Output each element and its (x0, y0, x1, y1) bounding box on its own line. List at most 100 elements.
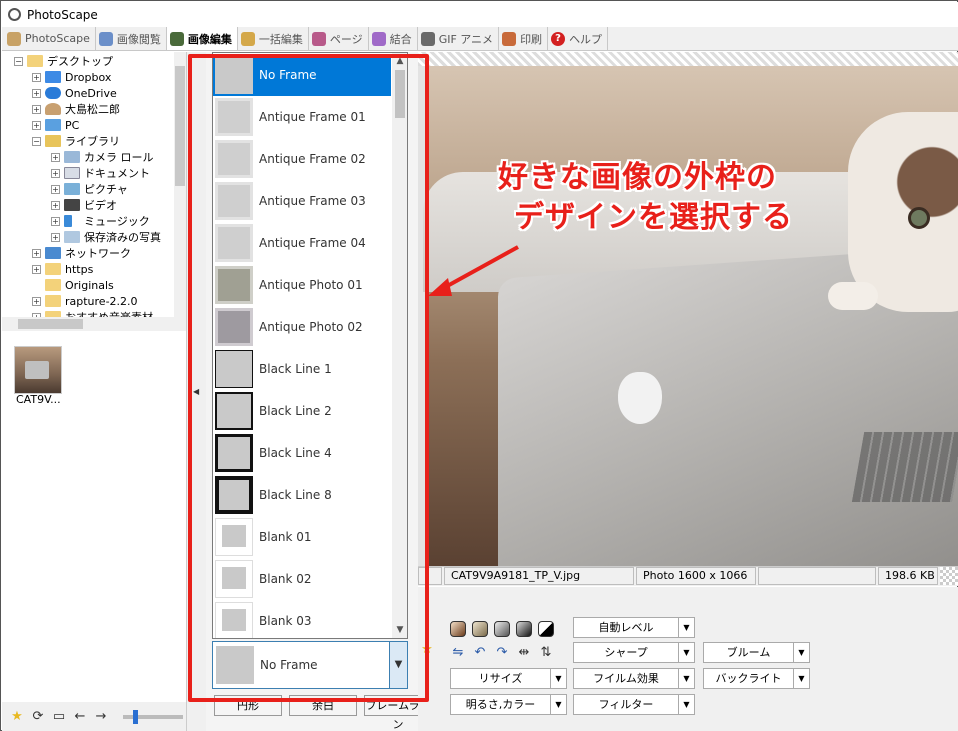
frame-option[interactable]: Blank 01 (213, 516, 391, 558)
rotate-left-icon[interactable]: ↶ (472, 645, 488, 661)
frame-option[interactable]: No Frame (213, 54, 391, 96)
tree-item-documents[interactable]: + ドキュメント (51, 165, 150, 181)
star-icon[interactable]: ★ (10, 710, 24, 724)
expand-icon[interactable]: + (32, 248, 41, 258)
tab-combine[interactable]: 結合 (369, 27, 418, 50)
frame-select-combo[interactable]: No Frame ▼ (212, 641, 408, 689)
chevron-down-icon[interactable]: ▼ (389, 642, 407, 688)
vertical-flip-icon[interactable]: ⇅ (538, 645, 554, 661)
tone-gray-icon[interactable] (494, 621, 510, 637)
dropdown-arrow-icon[interactable]: ▼ (678, 643, 694, 662)
expand-icon[interactable]: + (51, 216, 60, 226)
slider-knob[interactable] (133, 710, 138, 724)
frame-list-scrollbar[interactable]: ▲ ▼ (392, 53, 407, 638)
tree-item-network[interactable]: + ネットワーク (32, 245, 131, 261)
dropdown-arrow-icon[interactable]: ▼ (550, 695, 566, 714)
forward-icon[interactable]: → (94, 710, 108, 724)
tone-vintage-icon[interactable] (472, 621, 488, 637)
expand-icon[interactable]: + (32, 72, 41, 82)
tab-print[interactable]: 印刷 (499, 27, 549, 50)
tab-photoscape[interactable]: PhotoScape (4, 27, 96, 50)
film-effect-button[interactable]: フイルム効果 ▼ (573, 668, 695, 689)
frame-option[interactable]: Blank 03 (213, 600, 391, 638)
expand-icon[interactable]: + (32, 120, 41, 130)
frame-option[interactable]: Antique Frame 04 (213, 222, 391, 264)
mirror-icon[interactable]: ⇹ (516, 645, 532, 661)
tab-page[interactable]: ページ (309, 27, 369, 50)
margin-button[interactable]: 余白 (289, 695, 357, 716)
refresh-folder-icon[interactable]: ⟳ (31, 710, 45, 724)
tab-help[interactable]: ? ヘルプ (548, 27, 609, 50)
tree-item-video[interactable]: + ビデオ (51, 197, 117, 213)
image-thumbnail[interactable] (14, 346, 62, 394)
tree-item-user[interactable]: + 大島松二郎 (32, 101, 120, 117)
bloom-button[interactable]: ブルーム ▼ (703, 642, 810, 663)
tab-viewer[interactable]: 画像閲覧 (96, 27, 167, 50)
panel-splitter[interactable]: ◀ (186, 52, 206, 731)
tone-sepia-icon[interactable] (450, 621, 466, 637)
auto-level-button[interactable]: 自動レベル ▼ (573, 617, 695, 638)
collapse-icon[interactable]: − (32, 136, 41, 146)
sharpen-button[interactable]: シャープ ▼ (573, 642, 695, 663)
resize-button[interactable]: リサイズ ▼ (450, 668, 567, 689)
flip-icon[interactable]: ⇋ (450, 645, 466, 661)
tone-dark-icon[interactable] (516, 621, 532, 637)
frame-option[interactable]: Antique Frame 03 (213, 180, 391, 222)
thumbnail-size-slider[interactable] (123, 710, 183, 724)
frame-option[interactable]: Black Line 2 (213, 390, 391, 432)
expand-icon[interactable]: + (32, 296, 41, 306)
rotate-right-icon[interactable]: ↷ (494, 645, 510, 661)
tree-item-onedrive[interactable]: + OneDrive (32, 85, 117, 101)
filter-button[interactable]: フィルター ▼ (573, 694, 695, 715)
dropdown-arrow-icon[interactable]: ▼ (678, 618, 694, 637)
scroll-thumb[interactable] (18, 319, 83, 329)
tree-item-rapture[interactable]: + rapture-2.2.0 (32, 293, 138, 309)
backlight-button[interactable]: バックライト ▼ (703, 668, 810, 689)
frame-option[interactable]: Black Line 1 (213, 348, 391, 390)
tree-item-music[interactable]: + ミュージック (51, 213, 150, 229)
frame-option[interactable]: Antique Photo 02 (213, 306, 391, 348)
tree-item-pictures[interactable]: + ピクチャ (51, 181, 128, 197)
tree-item-pc[interactable]: + PC (32, 117, 79, 133)
frame-option[interactable]: Black Line 8 (213, 474, 391, 516)
tab-batch[interactable]: 一括編集 (238, 27, 309, 50)
tree-item-camera-roll[interactable]: + カメラ ロール (51, 149, 154, 165)
expand-icon[interactable]: + (51, 152, 60, 162)
tree-item-originals[interactable]: Originals (45, 277, 114, 293)
round-button[interactable]: 円形 (214, 695, 282, 716)
scroll-thumb[interactable] (395, 70, 405, 118)
tab-editor[interactable]: 画像編集 (166, 27, 238, 50)
expand-icon[interactable]: + (32, 264, 41, 274)
back-icon[interactable]: ← (73, 710, 87, 724)
tree-item-saved-photos[interactable]: + 保存済みの写真 (51, 229, 161, 245)
photo-canvas[interactable]: 好きな画像の外枠の デザインを選択する (418, 52, 958, 566)
open-folder-icon[interactable]: ▭ (52, 710, 66, 724)
expand-icon[interactable]: + (51, 232, 60, 242)
tree-horizontal-scrollbar[interactable] (2, 317, 186, 331)
dropdown-arrow-icon[interactable]: ▼ (793, 643, 809, 662)
frame-option[interactable]: Antique Frame 02 (213, 138, 391, 180)
collapse-icon[interactable]: − (14, 56, 23, 66)
tone-bw-icon[interactable] (538, 621, 554, 637)
collapse-arrow-icon[interactable]: ◀ (193, 387, 199, 396)
expand-icon[interactable]: + (32, 88, 41, 98)
star-icon[interactable]: ★ (420, 643, 434, 657)
dropdown-arrow-icon[interactable]: ▼ (678, 669, 694, 688)
tree-vertical-scrollbar[interactable] (174, 52, 186, 317)
frame-option[interactable]: Antique Photo 01 (213, 264, 391, 306)
expand-icon[interactable]: + (32, 104, 41, 114)
frame-option[interactable]: Black Line 4 (213, 432, 391, 474)
scroll-up-icon[interactable]: ▲ (392, 53, 407, 69)
expand-icon[interactable]: + (51, 184, 60, 194)
tree-item-music-assets[interactable]: +おすすめ音楽素材 (32, 309, 153, 317)
frame-dropdown-list[interactable]: No Frame Antique Frame 01 Antique Frame … (212, 52, 408, 639)
scroll-thumb[interactable] (175, 66, 185, 186)
tree-item-https[interactable]: + https (32, 261, 93, 277)
dropdown-arrow-icon[interactable]: ▼ (550, 669, 566, 688)
expand-icon[interactable]: + (51, 168, 60, 178)
scroll-down-icon[interactable]: ▼ (392, 622, 407, 638)
brightness-color-button[interactable]: 明るさ,カラー ▼ (450, 694, 567, 715)
dropdown-arrow-icon[interactable]: ▼ (793, 669, 809, 688)
frame-option[interactable]: Antique Frame 01 (213, 96, 391, 138)
expand-icon[interactable]: + (51, 200, 60, 210)
